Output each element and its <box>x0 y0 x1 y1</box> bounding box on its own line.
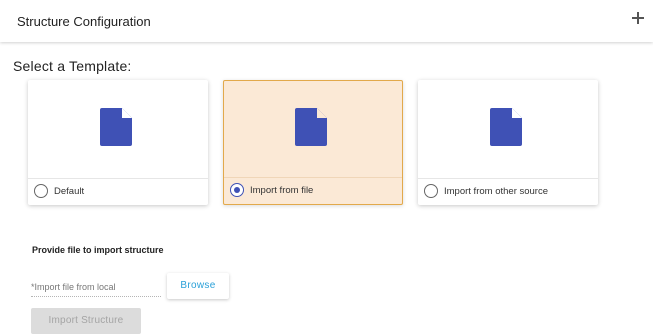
document-icon <box>295 108 327 146</box>
panel-title: Structure Configuration <box>17 14 151 29</box>
select-template-label: Select a Template: <box>13 58 132 74</box>
radio-label-default: Default <box>54 186 85 197</box>
card-footer: Import from file <box>224 177 402 204</box>
import-section-title: Provide file to import structure <box>32 245 164 255</box>
plus-icon[interactable] <box>632 12 644 24</box>
import-structure-button[interactable]: Import Structure <box>31 308 141 334</box>
card-footer: Default <box>28 178 208 205</box>
radio-import-from-file[interactable] <box>230 183 244 197</box>
card-footer: Import from other source <box>418 178 598 205</box>
import-file-field-label: *Import file from local <box>31 282 116 292</box>
document-icon <box>100 108 132 146</box>
panel-header[interactable]: Structure Configuration <box>0 0 653 42</box>
template-card-default[interactable]: Default <box>28 80 208 205</box>
template-card-import-from-other-source[interactable]: Import from other source <box>418 80 598 205</box>
browse-button[interactable]: Browse <box>167 273 229 299</box>
radio-import-from-other-source[interactable] <box>424 184 438 198</box>
radio-label-import-from-other-source: Import from other source <box>444 186 549 197</box>
template-card-import-from-file[interactable]: Import from file <box>223 80 403 205</box>
import-file-field[interactable]: *Import file from local <box>31 280 161 297</box>
radio-label-import-from-file: Import from file <box>250 185 314 196</box>
document-icon <box>490 108 522 146</box>
radio-default[interactable] <box>34 184 48 198</box>
